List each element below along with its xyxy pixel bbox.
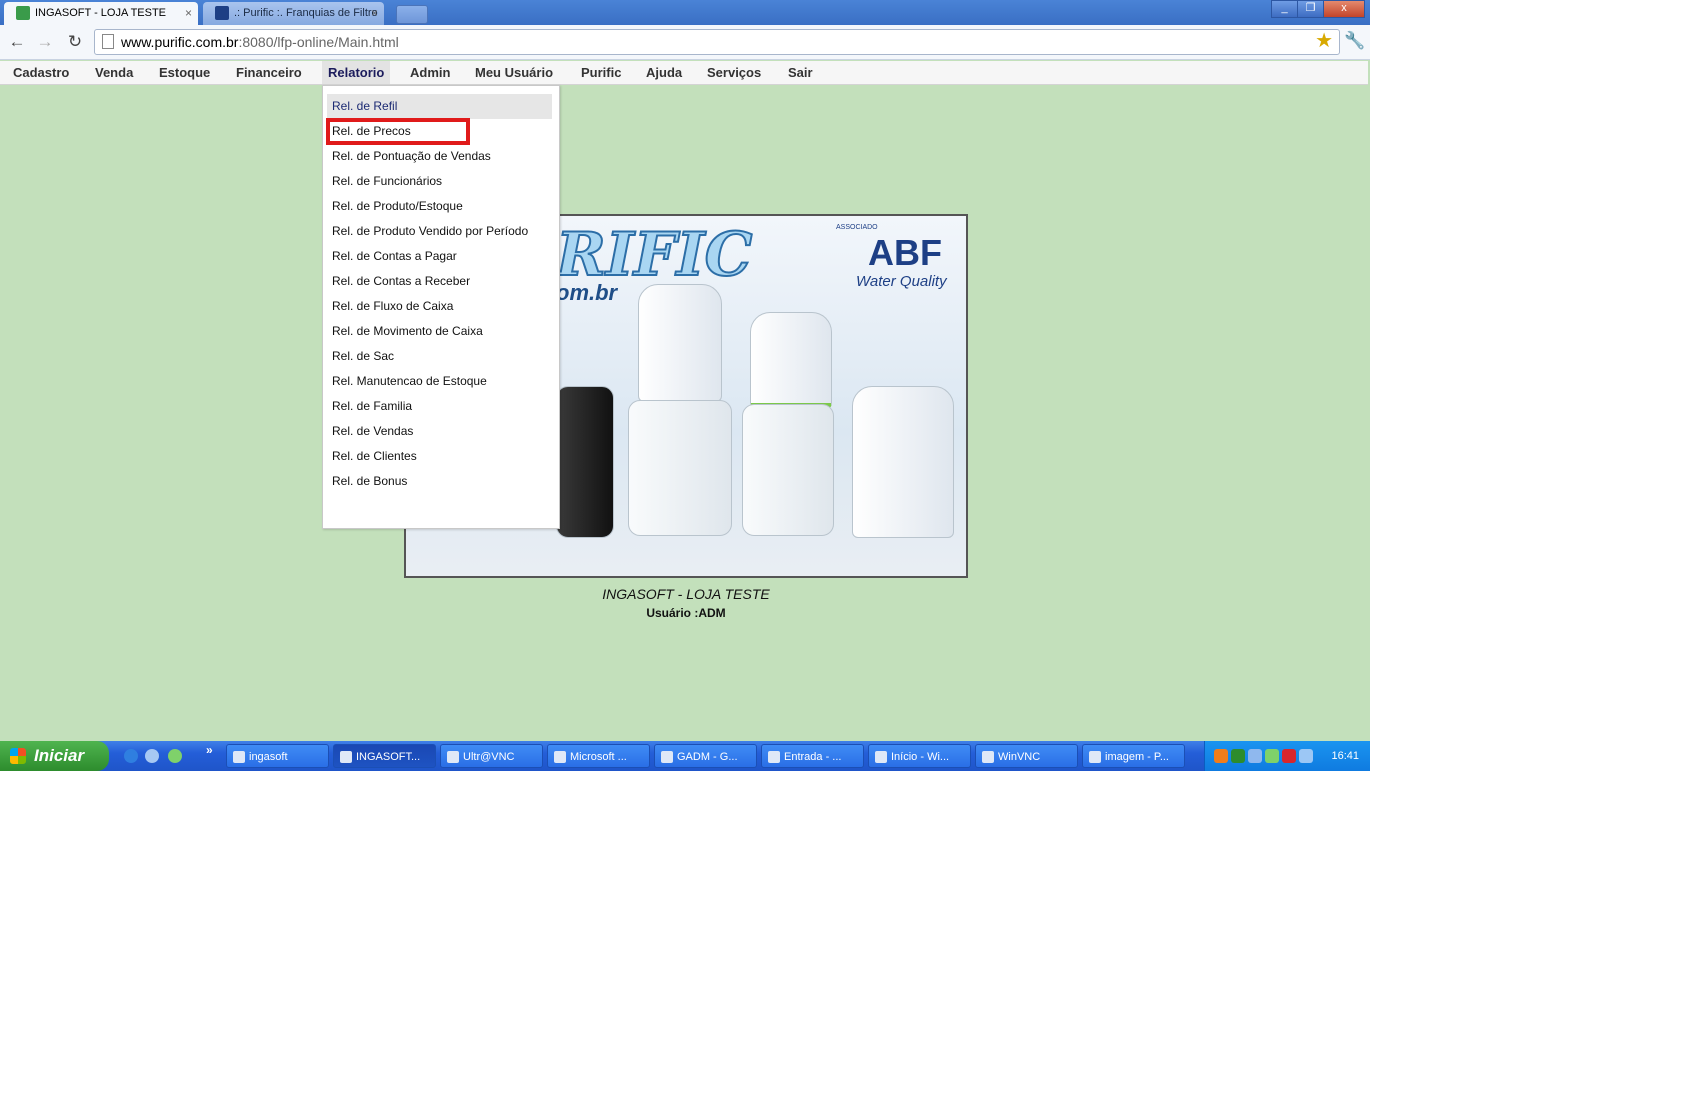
taskbar-item-ultravnc[interactable]: Ultr@VNC xyxy=(440,744,543,768)
dropdown-item-rel-familia[interactable]: Rel. de Familia xyxy=(327,394,552,419)
dropdown-item-rel-contas-pagar[interactable]: Rel. de Contas a Pagar xyxy=(327,244,552,269)
dropdown-item-rel-produto-vendido[interactable]: Rel. de Produto Vendido por Período xyxy=(327,219,552,244)
abf-logo: ASSOCIADO ABF xyxy=(836,224,942,273)
taskbar-item-inicio[interactable]: Início - Wi... xyxy=(868,744,971,768)
forward-icon[interactable]: → xyxy=(34,31,56,53)
vnc-icon xyxy=(447,751,459,764)
menu-sair[interactable]: Sair xyxy=(782,61,819,84)
tab-close-icon[interactable]: × xyxy=(371,2,378,25)
url-text: www.purific.com.br:8080/lfp-online/Main.… xyxy=(121,34,399,50)
system-tray: 16:41 xyxy=(1204,741,1370,771)
banner-web-text: om.br xyxy=(556,280,618,305)
dropdown-item-rel-vendas[interactable]: Rel. de Vendas xyxy=(327,419,552,444)
dropdown-item-rel-bonus[interactable]: Rel. de Bonus xyxy=(327,469,552,494)
dropdown-item-rel-pontuacao-vendas[interactable]: Rel. de Pontuação de Vendas xyxy=(327,144,552,169)
relatorio-dropdown: Rel. de Refil Rel. de Precos Rel. de Pon… xyxy=(322,85,560,529)
reload-icon[interactable]: ↻ xyxy=(64,31,86,53)
water-quality-logo: Water Quality xyxy=(856,273,947,290)
taskbar-item-ingasoft-browser[interactable]: INGASOFT... xyxy=(333,744,436,768)
dropdown-item-rel-manutencao-estoque[interactable]: Rel. Manutencao de Estoque xyxy=(327,369,552,394)
dropdown-item-rel-produto-estoque[interactable]: Rel. de Produto/Estoque xyxy=(327,194,552,219)
menu-purific[interactable]: Purific xyxy=(575,61,627,84)
menu-venda[interactable]: Venda xyxy=(89,61,139,84)
address-bar[interactable]: www.purific.com.br:8080/lfp-online/Main.… xyxy=(94,29,1340,55)
wrench-icon[interactable]: 🔧 xyxy=(1344,31,1365,51)
menu-ajuda[interactable]: Ajuda xyxy=(640,61,688,84)
dropdown-item-rel-sac[interactable]: Rel. de Sac xyxy=(327,344,552,369)
dropdown-item-rel-movimento-caixa[interactable]: Rel. de Movimento de Caixa xyxy=(327,319,552,344)
excel-icon xyxy=(554,751,566,764)
chrome-icon xyxy=(340,751,352,764)
dropdown-item-rel-clientes[interactable]: Rel. de Clientes xyxy=(327,444,552,469)
taskbar-item-winvnc[interactable]: WinVNC xyxy=(975,744,1078,768)
eye-icon xyxy=(982,751,994,764)
ie-icon[interactable] xyxy=(145,749,159,763)
dropdown-item-rel-refil[interactable]: Rel. de Refil xyxy=(327,94,552,119)
browser-tabstrip: INGASOFT - LOJA TESTE × .: Purific :. Fr… xyxy=(0,0,1370,25)
app-menubar: Cadastro Venda Estoque Financeiro Relato… xyxy=(0,61,1368,85)
clock: 16:41 xyxy=(1331,750,1359,762)
taskbar-item-gadm[interactable]: GADM - G... xyxy=(654,744,757,768)
taskbar-item-entrada[interactable]: Entrada - ... xyxy=(761,744,864,768)
filter-tank-image xyxy=(852,386,954,538)
tray-eye-icon[interactable] xyxy=(1231,749,1245,763)
water-cooler-image xyxy=(628,400,732,536)
menu-estoque[interactable]: Estoque xyxy=(153,61,216,84)
paint-icon xyxy=(1089,751,1101,764)
tray-app-icon[interactable] xyxy=(1265,749,1279,763)
menu-cadastro[interactable]: Cadastro xyxy=(7,61,75,84)
tray-app-icon[interactable] xyxy=(1214,749,1228,763)
user-label: Usuário :ADM xyxy=(646,606,726,620)
tab-ingasoft[interactable]: INGASOFT - LOJA TESTE × xyxy=(4,2,198,25)
minimize-button[interactable]: _ xyxy=(1271,0,1298,18)
menu-servicos[interactable]: Serviços xyxy=(701,61,767,84)
ie-icon[interactable] xyxy=(124,749,138,763)
menu-meu-usuario[interactable]: Meu Usuário xyxy=(469,61,559,84)
tab-purific[interactable]: .: Purific :. Franquias de Filtro × xyxy=(203,2,384,25)
favicon-icon xyxy=(16,6,30,21)
tab-label: INGASOFT - LOJA TESTE xyxy=(35,7,167,19)
filter-tank-image xyxy=(750,312,832,409)
dropdown-item-rel-precos[interactable]: Rel. de Precos xyxy=(326,118,470,145)
menu-admin[interactable]: Admin xyxy=(404,61,456,84)
black-dispenser-image xyxy=(556,386,614,538)
menu-financeiro[interactable]: Financeiro xyxy=(230,61,308,84)
chrome-icon xyxy=(875,751,887,764)
screen: INGASOFT - LOJA TESTE × .: Purific :. Fr… xyxy=(0,0,1370,771)
dropdown-item-rel-funcionarios[interactable]: Rel. de Funcionários xyxy=(327,169,552,194)
app-icon xyxy=(661,751,673,764)
taskbar-item-microsoft-excel[interactable]: Microsoft ... xyxy=(547,744,650,768)
menu-relatorio[interactable]: Relatorio xyxy=(322,61,391,84)
filter-tank-image xyxy=(638,284,722,402)
back-icon[interactable]: ← xyxy=(6,31,28,53)
bookmark-star-icon[interactable]: ★ xyxy=(1315,30,1333,52)
dropdown-item-rel-contas-receber[interactable]: Rel. de Contas a Receber xyxy=(327,269,552,294)
tab-label: .: Purific :. Franquias de Filtro xyxy=(234,7,378,19)
mail-icon xyxy=(768,751,780,764)
dropdown-item-rel-fluxo-caixa[interactable]: Rel. de Fluxo de Caixa xyxy=(327,294,552,319)
taskbar-item-imagem-paint[interactable]: imagem - P... xyxy=(1082,744,1185,768)
app-icon xyxy=(233,751,245,764)
tray-adobe-icon[interactable] xyxy=(1282,749,1296,763)
new-tab-button[interactable] xyxy=(396,5,428,24)
tray-network-icon[interactable] xyxy=(1299,749,1313,763)
browser-toolbar: ← → ↻ www.purific.com.br:8080/lfp-online… xyxy=(0,25,1370,60)
start-button[interactable]: Iniciar xyxy=(0,741,109,771)
windows-flag-icon xyxy=(10,748,26,764)
taskbar-item-ingasoft[interactable]: ingasoft xyxy=(226,744,329,768)
quicklaunch-more-icon[interactable]: » xyxy=(206,743,213,757)
water-cooler-image xyxy=(742,404,834,536)
windows-taskbar: Iniciar » ingasoft INGASOFT... Ultr@VNC … xyxy=(0,741,1370,771)
page-icon xyxy=(102,34,114,49)
tab-close-icon[interactable]: × xyxy=(185,2,192,25)
close-button[interactable]: x xyxy=(1323,0,1365,18)
tray-network-icon[interactable] xyxy=(1248,749,1262,763)
chrome-icon[interactable] xyxy=(168,749,182,763)
store-name: INGASOFT - LOJA TESTE xyxy=(602,586,770,602)
favicon-icon xyxy=(215,6,229,21)
restore-button[interactable]: ❐ xyxy=(1297,0,1324,18)
